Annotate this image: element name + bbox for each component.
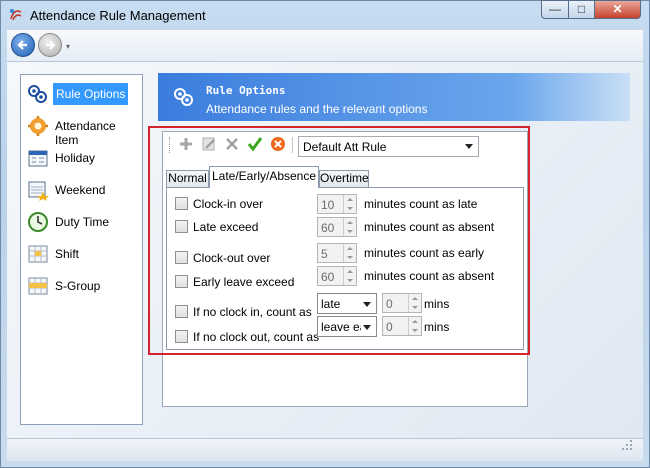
nav-item-label: Weekend xyxy=(55,183,106,197)
holiday-icon xyxy=(28,150,48,167)
close-button[interactable]: ✕ xyxy=(594,0,641,19)
tab-late-early-absence[interactable]: Late/Early/Absence xyxy=(209,166,319,188)
shift-group-icon xyxy=(28,277,48,295)
nav-item-holiday[interactable]: Holiday xyxy=(25,143,141,173)
back-button[interactable] xyxy=(11,33,35,57)
nav-item-label: Shift xyxy=(55,247,80,261)
attendance-item-icon xyxy=(28,116,48,136)
left-nav-panel: Rule Options Attendance Item Holiday Wee… xyxy=(20,74,143,425)
nav-item-rule-options[interactable]: Rule Options xyxy=(25,79,141,109)
section-subtitle: Attendance rules and the relevant option… xyxy=(206,102,428,116)
resize-grip-icon[interactable] xyxy=(621,439,633,451)
rule-options-header-icon xyxy=(174,88,193,106)
back-arrow-icon xyxy=(17,40,27,50)
clock-icon xyxy=(28,212,48,232)
nav-item-attendance-item[interactable]: Attendance Item xyxy=(25,111,141,147)
forward-arrow-icon xyxy=(46,40,56,50)
nav-item-duty-time[interactable]: Duty Time xyxy=(25,207,141,237)
forward-button[interactable] xyxy=(38,33,62,57)
nav-item-label: Rule Options xyxy=(53,83,129,105)
nav-item-shift[interactable]: Shift xyxy=(25,239,141,269)
highlight-frame xyxy=(148,126,530,355)
history-dropdown-icon[interactable]: ▾ xyxy=(66,42,70,51)
app-icon xyxy=(10,9,22,21)
nav-item-label: S-Group xyxy=(55,279,101,293)
weekend-icon xyxy=(28,181,49,201)
nav-item-weekend[interactable]: Weekend xyxy=(25,175,141,205)
window-title: Attendance Rule Management xyxy=(30,8,206,23)
status-bar xyxy=(7,438,643,461)
minimize-button[interactable]: — xyxy=(541,0,569,19)
nav-item-label: Holiday xyxy=(55,151,96,165)
maximize-button[interactable]: □ xyxy=(568,0,595,19)
section-title: Rule Options xyxy=(206,84,286,97)
shift-icon xyxy=(28,245,48,263)
nav-item-label: Duty Time xyxy=(55,215,110,229)
nav-item-s-group[interactable]: S-Group xyxy=(25,271,141,301)
rule-options-icon xyxy=(28,85,47,103)
navigation-bar xyxy=(7,30,643,62)
